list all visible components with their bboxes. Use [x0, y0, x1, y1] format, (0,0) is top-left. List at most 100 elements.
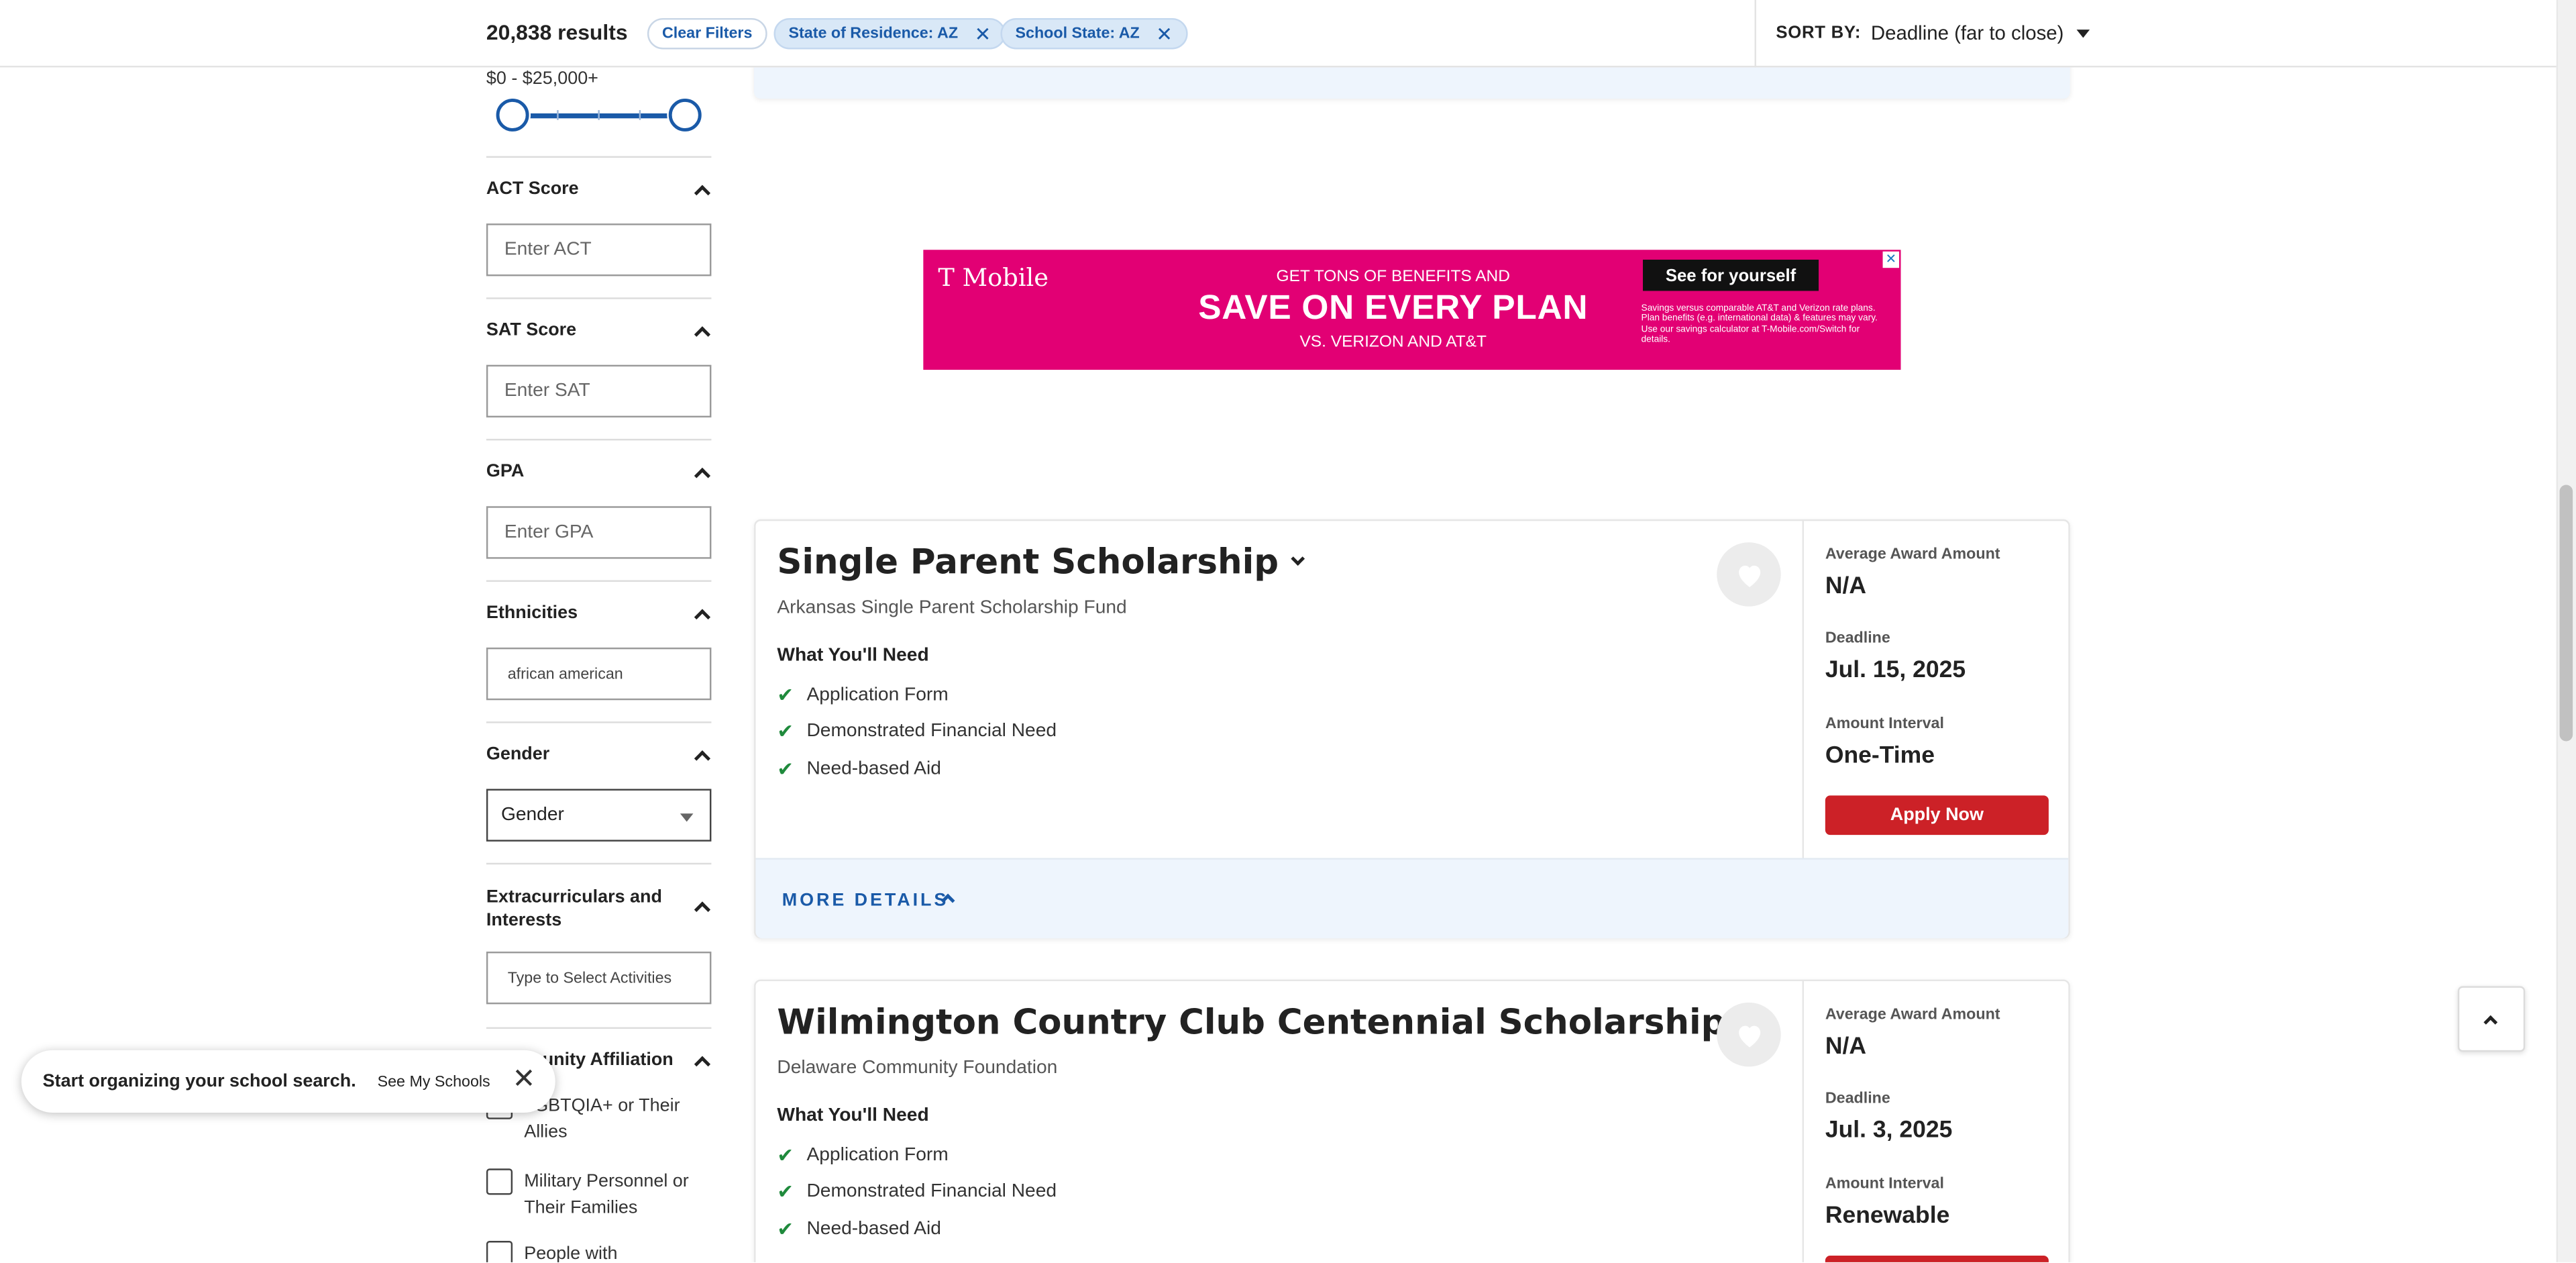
scholarship-provider: Arkansas Single Parent Scholarship Fund — [777, 598, 1127, 618]
divider — [486, 156, 712, 158]
extracurriculars-title[interactable]: Extracurriculars and Interests — [486, 886, 684, 932]
act-score-title[interactable]: ACT Score — [486, 179, 579, 199]
card-divider — [1802, 981, 1805, 1262]
slider-min-handle[interactable] — [496, 98, 529, 132]
gpa-title[interactable]: GPA — [486, 462, 524, 481]
requirement-label: Need-based Aid — [806, 759, 941, 779]
act-input[interactable]: Enter ACT — [486, 223, 712, 276]
back-to-top-button[interactable] — [2457, 986, 2526, 1052]
results-count: 20,838 results — [486, 19, 628, 45]
organize-toast: Start organizing your school search. See… — [21, 1050, 555, 1113]
chevron-up-icon[interactable] — [694, 901, 711, 918]
checkbox[interactable] — [486, 1168, 513, 1195]
requirements-heading: What You'll Need — [777, 1106, 929, 1126]
ad-headline: SAVE ON EVERY PLAN — [1198, 289, 1589, 327]
chevron-up-icon[interactable] — [694, 1056, 711, 1072]
ad-brand-logo: T Mobile — [938, 262, 1049, 293]
close-icon[interactable]: ✕ — [1156, 24, 1173, 44]
checkbox-label: LGBTQIA+ or Their Allies — [524, 1096, 680, 1143]
scrollbar-thumb[interactable] — [2559, 485, 2573, 742]
filter-chip-state-residence[interactable]: State of Residence: AZ ✕ — [773, 17, 1006, 50]
more-details-label: MORE DETAILS — [782, 891, 949, 911]
see-my-schools-link[interactable]: See My Schools — [378, 1072, 490, 1091]
sat-score-title[interactable]: SAT Score — [486, 321, 576, 340]
interval-label: Amount Interval — [1825, 1175, 1944, 1193]
check-icon: ✔ — [777, 683, 794, 707]
chevron-up-icon[interactable] — [694, 750, 711, 767]
ad-close-icon[interactable]: ✕ — [1882, 251, 1900, 268]
scholarship-card: Single Parent Scholarship Arkansas Singl… — [754, 519, 2070, 939]
requirement-label: Need-based Aid — [806, 1219, 941, 1240]
divider — [486, 1027, 712, 1029]
save-favorite-button[interactable] — [1717, 542, 1781, 607]
divider — [1754, 0, 1756, 68]
award-range-text: $0 - $25,000+ — [486, 68, 598, 89]
heart-icon — [1737, 564, 1760, 587]
sort-dropdown[interactable]: SORT BY: Deadline (far to close) — [1776, 21, 2090, 44]
more-details-button[interactable]: MORE DETAILS — [755, 858, 2069, 939]
deadline-label: Deadline — [1825, 629, 1890, 648]
toast-message: Start organizing your school search. — [42, 1071, 356, 1092]
filter-chip-label: State of Residence: AZ — [788, 24, 959, 43]
divider — [486, 438, 712, 441]
interval-label: Amount Interval — [1825, 715, 1944, 734]
advertisement-banner[interactable]: T Mobile GET TONS OF BENEFITS AND SAVE O… — [923, 250, 1901, 370]
divider — [486, 297, 712, 299]
close-icon[interactable]: ✕ — [512, 1065, 535, 1093]
activities-input[interactable]: Type to Select Activities — [486, 951, 712, 1005]
scholarship-card: Wilmington Country Club Centennial Schol… — [754, 979, 2070, 1262]
checkbox-label: People with — [524, 1244, 618, 1262]
requirement-label: Application Form — [806, 1145, 949, 1166]
sat-input[interactable]: Enter SAT — [486, 364, 712, 418]
slider-max-handle[interactable] — [668, 98, 702, 132]
ethnicities-title[interactable]: Ethnicities — [486, 603, 578, 623]
requirement-item: ✔ Demonstrated Financial Need — [777, 1180, 1057, 1203]
check-icon: ✔ — [777, 1180, 794, 1203]
deadline-value: Jul. 3, 2025 — [1825, 1117, 1953, 1144]
apply-now-button[interactable]: Apply Now — [1825, 795, 2049, 836]
divider — [486, 721, 712, 723]
requirement-label: Demonstrated Financial Need — [806, 1181, 1057, 1202]
requirement-item: ✔ Demonstrated Financial Need — [777, 720, 1057, 743]
avg-award-label: Average Award Amount — [1825, 546, 2000, 564]
checkbox-label: Military Personnel or Their Families — [524, 1172, 689, 1218]
close-icon[interactable]: ✕ — [975, 24, 991, 44]
chevron-down-icon[interactable] — [1291, 552, 1305, 566]
chevron-up-icon[interactable] — [694, 326, 711, 343]
scholarship-title[interactable]: Single Parent Scholarship — [777, 542, 1305, 582]
ad-line-1: GET TONS OF BENEFITS AND — [1276, 268, 1510, 287]
results-toolbar: 20,838 results Clear Filters State of Re… — [0, 0, 2557, 68]
check-icon: ✔ — [777, 719, 794, 743]
deadline-value: Jul. 15, 2025 — [1825, 657, 1966, 684]
requirement-item: ✔ Need-based Aid — [777, 758, 941, 780]
chevron-up-icon[interactable] — [694, 467, 711, 485]
checkbox-military[interactable]: Military Personnel or Their Families — [486, 1168, 712, 1221]
avg-award-value: N/A — [1825, 573, 1867, 600]
save-favorite-button[interactable] — [1717, 1002, 1781, 1067]
gender-select[interactable]: Gender — [486, 789, 712, 842]
slider-tick — [639, 110, 641, 120]
clear-filters-button[interactable]: Clear Filters — [647, 17, 767, 50]
scholarship-title[interactable]: Wilmington Country Club Centennial Schol… — [777, 1002, 1753, 1042]
sort-value: Deadline (far to close) — [1870, 21, 2064, 45]
page: 20,838 results Clear Filters State of Re… — [0, 0, 2576, 1262]
filter-chip-school-state[interactable]: School State: AZ ✕ — [1000, 17, 1187, 50]
check-icon: ✔ — [777, 1217, 794, 1241]
gpa-input[interactable]: Enter GPA — [486, 506, 712, 559]
apply-now-button[interactable]: Apply Now — [1825, 1256, 2049, 1262]
ethnicities-input[interactable]: african american — [486, 647, 712, 701]
checkbox[interactable] — [486, 1240, 513, 1262]
divider — [486, 580, 712, 582]
filter-chip-label: School State: AZ — [1015, 24, 1140, 43]
requirement-item: ✔ Application Form — [777, 1144, 948, 1167]
slider-tick — [557, 110, 559, 120]
scholarship-title-text: Wilmington Country Club Centennial Schol… — [777, 1002, 1726, 1042]
chevron-up-icon[interactable] — [694, 609, 711, 625]
chevron-up-icon[interactable] — [694, 185, 711, 201]
caret-down-icon — [2076, 28, 2090, 38]
checkbox-people-with[interactable]: People with — [486, 1240, 712, 1262]
gender-title[interactable]: Gender — [486, 744, 549, 764]
ad-cta-button[interactable]: See for yourself — [1643, 259, 1819, 291]
ad-line-3: VS. VERIZON AND AT&T — [1299, 334, 1487, 352]
heart-icon — [1737, 1025, 1760, 1047]
